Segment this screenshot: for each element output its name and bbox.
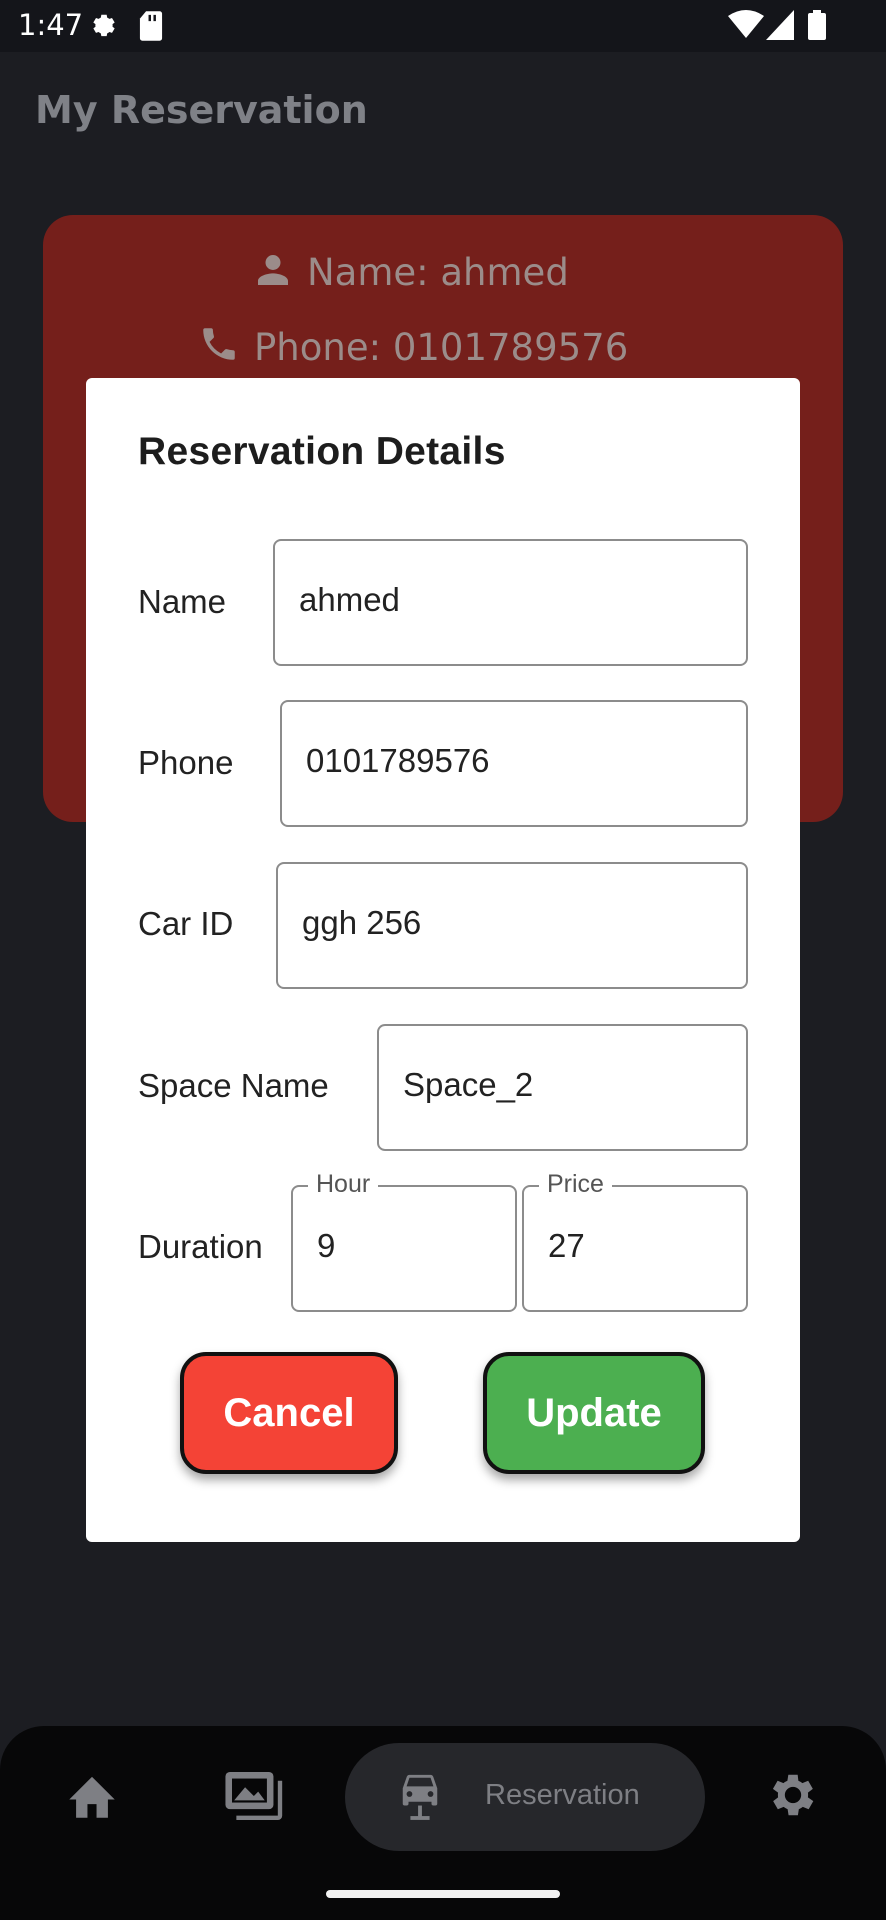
card-name-text: Name: ahmed xyxy=(307,251,569,294)
space-name-field[interactable]: Space_2 xyxy=(377,1024,748,1151)
phone-icon xyxy=(203,328,235,360)
update-button[interactable]: Update xyxy=(483,1352,705,1474)
signal-icon xyxy=(766,10,794,44)
phone-field[interactable]: 0101789576 xyxy=(280,700,748,827)
home-indicator[interactable] xyxy=(326,1890,560,1898)
nav-settings[interactable] xyxy=(765,1767,821,1827)
space-name-label: Space Name xyxy=(138,1067,329,1104)
car-icon-wrap xyxy=(397,1768,443,1826)
nav-reservation-label: Reservation xyxy=(485,1779,640,1811)
price-field[interactable]: 27 xyxy=(522,1185,748,1312)
name-field[interactable]: ahmed xyxy=(273,539,748,666)
sdcard-icon xyxy=(138,10,164,46)
status-bar: 1:47 xyxy=(0,0,886,52)
hour-label: Hour xyxy=(308,1170,379,1199)
car-id-label: Car ID xyxy=(138,905,234,942)
wifi-icon xyxy=(728,10,764,44)
page-title: My Reservation xyxy=(35,88,368,132)
nav-gallery[interactable] xyxy=(224,1772,288,1824)
phone-label: Phone xyxy=(138,744,234,781)
cancel-button[interactable]: Cancel xyxy=(180,1352,398,1474)
hour-field[interactable]: 9 xyxy=(291,1185,517,1312)
duration-label: Duration xyxy=(138,1228,263,1265)
settings-icon xyxy=(772,1774,814,1816)
dialog-title: Reservation Details xyxy=(138,430,506,473)
status-time: 1:47 xyxy=(18,8,84,42)
name-label: Name xyxy=(138,583,227,620)
nav-home[interactable] xyxy=(64,1770,120,1824)
gallery-icon xyxy=(225,1772,283,1820)
car-icon xyxy=(402,1774,438,1820)
card-name-line: Name: ahmed xyxy=(253,250,569,294)
settings-status-icon xyxy=(88,10,120,46)
person-icon xyxy=(258,255,288,285)
battery-icon xyxy=(808,10,826,44)
home-icon xyxy=(69,1776,115,1818)
card-phone-text: Phone: 0101789576 xyxy=(254,326,629,369)
price-label: Price xyxy=(539,1170,612,1199)
card-phone-line: Phone: 0101789576 xyxy=(198,323,628,369)
car-id-field[interactable]: ggh 256 xyxy=(276,862,748,989)
